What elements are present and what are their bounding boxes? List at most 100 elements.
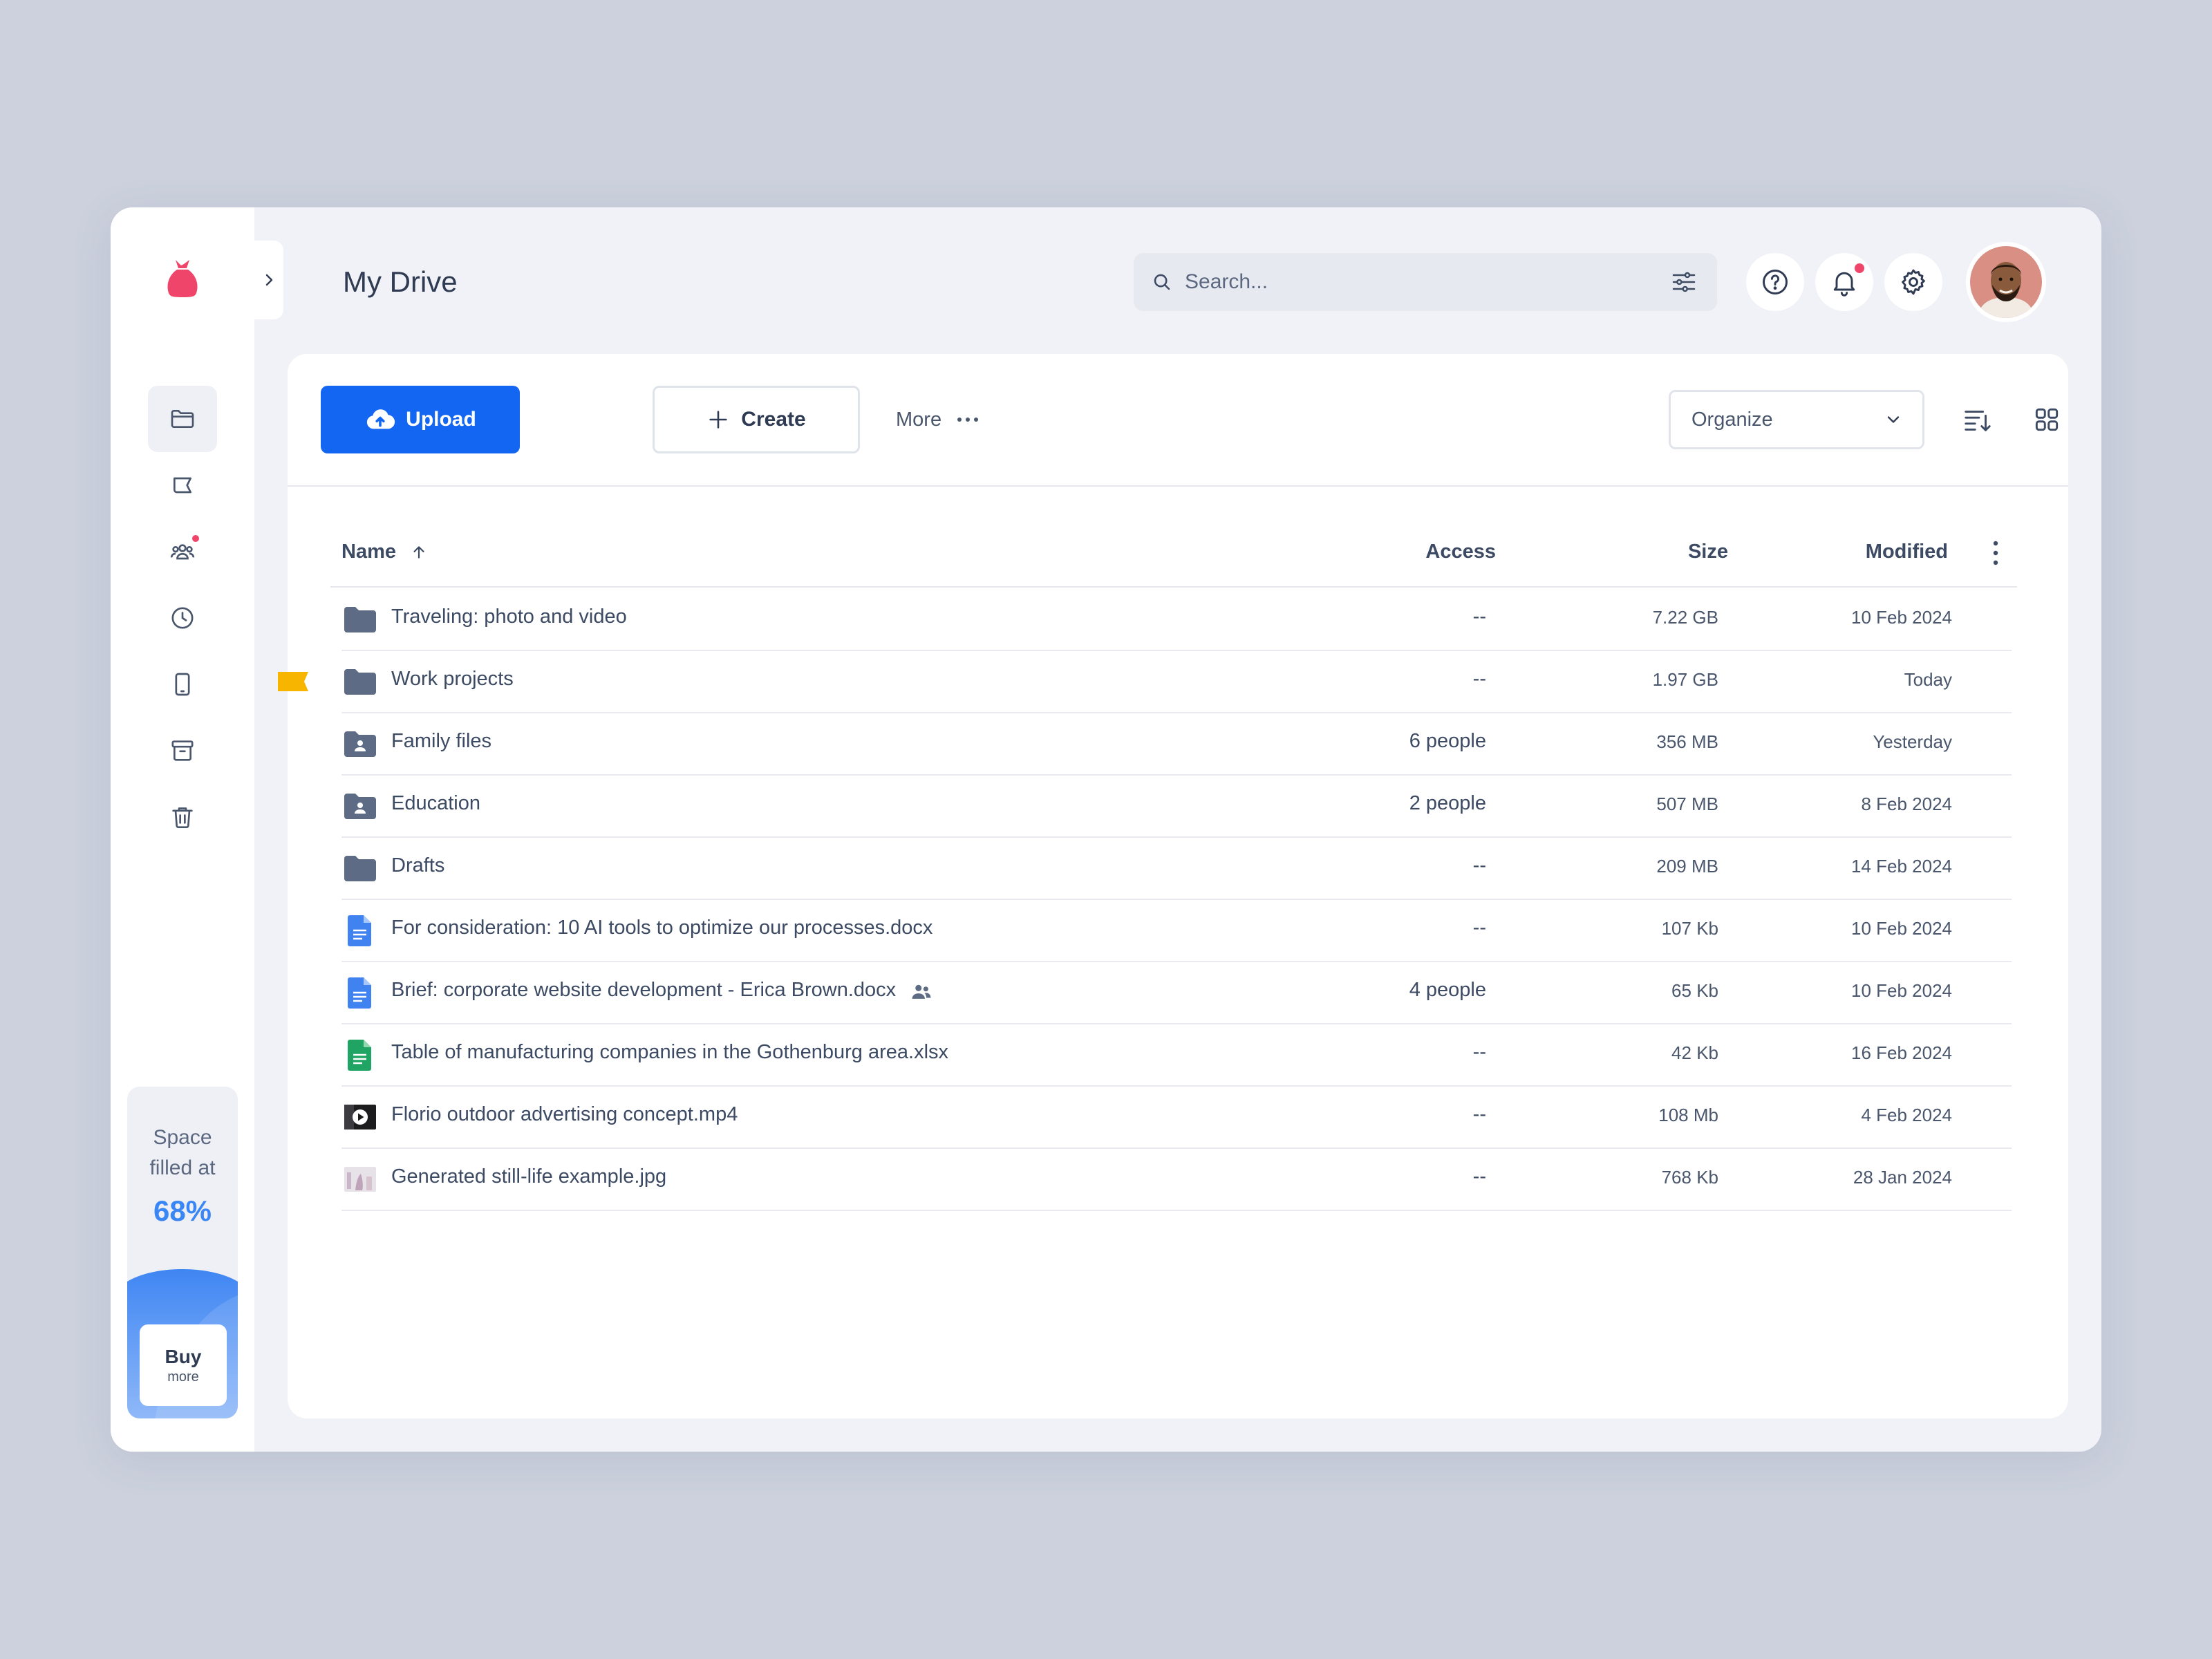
shared-folder-icon <box>344 731 376 757</box>
doc-file-icon <box>348 915 371 946</box>
filter-sliders-icon[interactable] <box>1670 268 1698 296</box>
modified-value: 10 Feb 2024 <box>1850 918 1952 939</box>
modified-value: Today <box>1904 669 1952 690</box>
table-header: Name Access Size Modified <box>330 520 2017 588</box>
sheet-file-icon <box>348 1040 371 1071</box>
size-value: 107 Kb <box>1661 918 1718 939</box>
table-row[interactable]: For consideration: 10 AI tools to optimi… <box>341 899 2012 962</box>
column-name[interactable]: Name <box>341 541 428 563</box>
access-value: 6 people <box>1409 730 1486 752</box>
column-modified[interactable]: Modified <box>1866 541 1948 563</box>
file-name[interactable]: Florio outdoor advertising concept.mp4 <box>391 1103 738 1126</box>
search-bar[interactable] <box>1134 253 1717 311</box>
modified-value: 10 Feb 2024 <box>1850 980 1952 1001</box>
access-value: 4 people <box>1409 979 1486 1001</box>
table-row[interactable]: Education 2 people 507 MB 8 Feb 2024 <box>341 774 2012 838</box>
modified-value: 10 Feb 2024 <box>1850 607 1952 628</box>
column-name-label: Name <box>341 541 396 563</box>
modified-value: 16 Feb 2024 <box>1850 1042 1952 1063</box>
create-button[interactable]: Create <box>653 386 860 453</box>
sidebar-item-recent[interactable] <box>148 585 217 651</box>
flag-icon <box>174 477 191 494</box>
modified-value: Yesterday <box>1873 731 1952 752</box>
file-name[interactable]: Generated still-life example.jpg <box>391 1165 666 1188</box>
table-row[interactable]: Traveling: photo and video -- 7.22 GB 10 Fe… <box>341 588 2012 651</box>
avatar-photo <box>1970 246 2042 318</box>
files-panel: Upload Create More Organize Name Access … <box>278 354 2068 1418</box>
size-value: 356 MB <box>1656 731 1718 752</box>
info-button[interactable] <box>2089 394 2101 445</box>
folder-icon <box>344 669 376 695</box>
sidebar-item-archive[interactable] <box>148 718 217 784</box>
toolbar-divider <box>288 485 2068 487</box>
app-window: Space filled at 68% Buy more My Drive Se… <box>111 207 2101 1452</box>
sidebar-item-devices[interactable] <box>148 651 217 718</box>
search-input[interactable] <box>1185 270 1670 294</box>
shared-people-icon <box>912 984 931 999</box>
page-title: My Drive <box>343 265 458 298</box>
size-value: 209 MB <box>1656 856 1718 877</box>
column-options-icon[interactable] <box>1991 539 2000 567</box>
sidebar-item-flagged[interactable] <box>148 452 217 518</box>
table-row[interactable]: Brief: corporate website development - E… <box>341 961 2012 1024</box>
access-value: -- <box>1472 1041 1486 1063</box>
gear-icon <box>1902 269 1925 295</box>
column-size[interactable]: Size <box>1688 541 1728 563</box>
upload-button[interactable]: Upload <box>321 386 520 453</box>
table-row[interactable]: Generated still-life example.jpg -- 768 Kb… <box>341 1147 2012 1211</box>
ellipsis-icon <box>957 418 979 422</box>
logo-bag-icon <box>167 260 198 297</box>
file-name[interactable]: Brief: corporate website development - E… <box>391 979 896 1002</box>
sort-list-icon <box>1965 411 1991 431</box>
buy-more-button[interactable]: Buy more <box>140 1324 227 1406</box>
sidebar-item-trash[interactable] <box>148 784 217 850</box>
settings-button[interactable] <box>1884 253 1942 311</box>
file-name[interactable]: Traveling: photo and video <box>391 606 627 628</box>
help-button[interactable] <box>1746 253 1804 311</box>
sidebar-expand-button[interactable] <box>254 241 283 319</box>
sidebar-item-shared[interactable] <box>148 518 217 585</box>
file-name[interactable]: Drafts <box>391 854 444 877</box>
more-label: More <box>896 408 942 431</box>
table-row[interactable]: Work projects -- 1.97 GB Today <box>278 650 2012 713</box>
shared-badge-dot <box>191 534 200 543</box>
flag-marker-icon <box>278 672 308 691</box>
cloud-upload-icon <box>367 409 395 429</box>
archive-icon <box>171 740 194 761</box>
phone-icon <box>175 673 190 696</box>
file-name[interactable]: Table of manufacturing companies in the … <box>391 1041 948 1064</box>
file-name[interactable]: For consideration: 10 AI tools to optimi… <box>391 917 932 939</box>
buy-label: Buy <box>165 1345 202 1367</box>
organize-label: Organize <box>1691 408 1773 431</box>
table-row[interactable]: Family files 6 people 356 MB Yesterday <box>341 712 2012 776</box>
file-name[interactable]: Work projects <box>391 668 514 691</box>
file-name[interactable]: Education <box>391 792 480 815</box>
arrow-up-icon <box>413 545 424 559</box>
storage-widget: Space filled at 68% Buy more <box>127 1087 238 1418</box>
size-value: 65 Kb <box>1671 980 1718 1001</box>
size-value: 7.22 GB <box>1652 607 1718 628</box>
sort-button[interactable] <box>1952 394 2003 445</box>
table-row[interactable]: Florio outdoor advertising concept.mp4 --… <box>341 1085 2012 1149</box>
modified-value: 28 Jan 2024 <box>1853 1167 1952 1188</box>
upload-label: Upload <box>406 408 476 431</box>
plus-icon <box>709 411 727 429</box>
file-name[interactable]: Family files <box>391 730 491 753</box>
column-access[interactable]: Access <box>1425 541 1496 563</box>
sidebar-item-files[interactable] <box>148 386 217 452</box>
grid-view-button[interactable] <box>2021 394 2072 445</box>
shared-folder-icon <box>344 794 376 819</box>
trash-icon <box>172 807 193 828</box>
notifications-button[interactable] <box>1815 253 1873 311</box>
buy-sublabel: more <box>167 1369 199 1385</box>
size-value: 1.97 GB <box>1652 669 1718 690</box>
user-avatar[interactable] <box>1966 242 2046 322</box>
size-value: 42 Kb <box>1671 1042 1718 1063</box>
more-button[interactable]: More <box>896 386 980 453</box>
table-row[interactable]: Table of manufacturing companies in the … <box>341 1023 2012 1087</box>
folder-icon <box>344 856 376 881</box>
table-row[interactable]: Drafts -- 209 MB 14 Feb 2024 <box>341 836 2012 900</box>
folder-icon <box>171 410 194 428</box>
storage-label-line2: filled at <box>149 1156 216 1179</box>
organize-select[interactable]: Organize <box>1669 390 1924 449</box>
